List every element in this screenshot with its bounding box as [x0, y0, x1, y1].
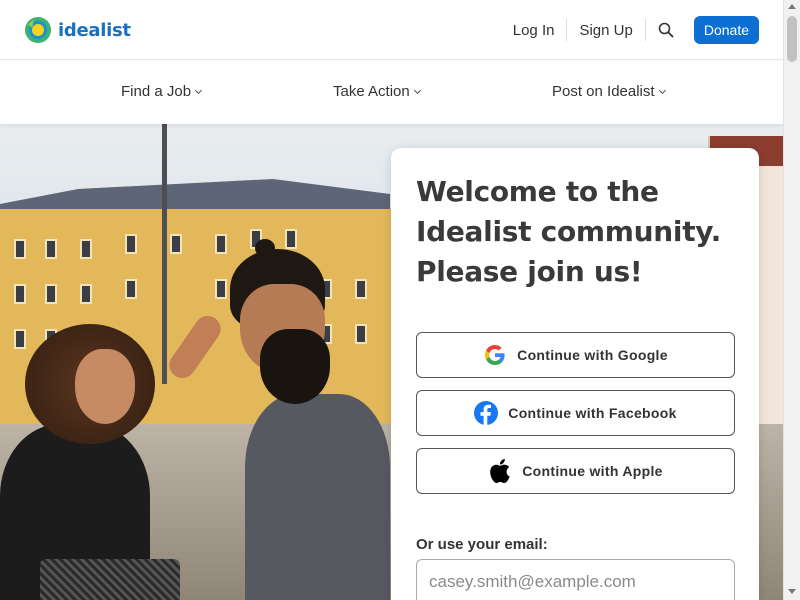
window	[125, 279, 137, 299]
email-label: Or use your email:	[416, 536, 548, 553]
signup-link[interactable]: Sign Up	[567, 22, 644, 39]
search-button[interactable]	[646, 16, 686, 44]
email-field[interactable]	[416, 559, 735, 600]
scroll-up-icon[interactable]	[788, 4, 796, 9]
nav-find-a-job[interactable]: Find a Job	[121, 83, 203, 100]
man-body	[245, 394, 390, 600]
apple-signin-button[interactable]: Continue with Apple	[416, 448, 735, 494]
window	[125, 234, 137, 254]
auth-links: Log In Sign Up Donate	[501, 16, 759, 44]
apple-icon	[488, 459, 512, 483]
facebook-signin-button[interactable]: Continue with Facebook	[416, 390, 735, 436]
google-signin-button[interactable]: Continue with Google	[416, 332, 735, 378]
nav-label: Post on Idealist	[552, 83, 655, 100]
top-header: idealist Log In Sign Up Donate	[0, 0, 783, 60]
signup-card: Welcome to the Idealist community. Pleas…	[391, 148, 759, 600]
chevron-down-icon	[658, 86, 666, 94]
facebook-button-label: Continue with Facebook	[508, 405, 677, 421]
window	[14, 239, 26, 259]
facebook-icon	[474, 401, 499, 425]
nav-take-action[interactable]: Take Action	[333, 83, 421, 100]
logo-text: idealist	[58, 19, 131, 41]
bike-basket	[40, 559, 180, 600]
nav-post-on-idealist[interactable]: Post on Idealist	[552, 83, 666, 100]
donate-button[interactable]: Donate	[693, 16, 759, 44]
signup-heading: Welcome to the Idealist community. Pleas…	[416, 175, 721, 288]
google-icon	[483, 343, 507, 367]
chevron-down-icon	[195, 86, 203, 94]
window	[14, 284, 26, 304]
chevron-down-icon	[413, 86, 421, 94]
nav-label: Find a Job	[121, 83, 192, 100]
logo-icon	[24, 16, 52, 44]
nav-label: Take Action	[333, 83, 410, 100]
apple-button-label: Continue with Apple	[522, 463, 663, 479]
login-link[interactable]: Log In	[501, 22, 567, 39]
lamp-pole	[162, 124, 167, 384]
window	[80, 284, 92, 304]
window	[45, 239, 57, 259]
search-icon	[658, 22, 674, 38]
idealist-logo[interactable]: idealist	[24, 16, 131, 44]
woman-face	[75, 349, 135, 424]
window	[45, 284, 57, 304]
secondary-nav: Find a Job Take Action Post on Idealist	[0, 61, 783, 124]
page-scrollbar[interactable]	[783, 0, 800, 600]
scroll-down-icon[interactable]	[788, 589, 796, 594]
window	[80, 239, 92, 259]
google-button-label: Continue with Google	[517, 347, 668, 363]
man-figure	[200, 239, 390, 600]
window	[170, 234, 182, 254]
scroll-thumb[interactable]	[787, 16, 797, 62]
man-beard	[260, 329, 330, 404]
